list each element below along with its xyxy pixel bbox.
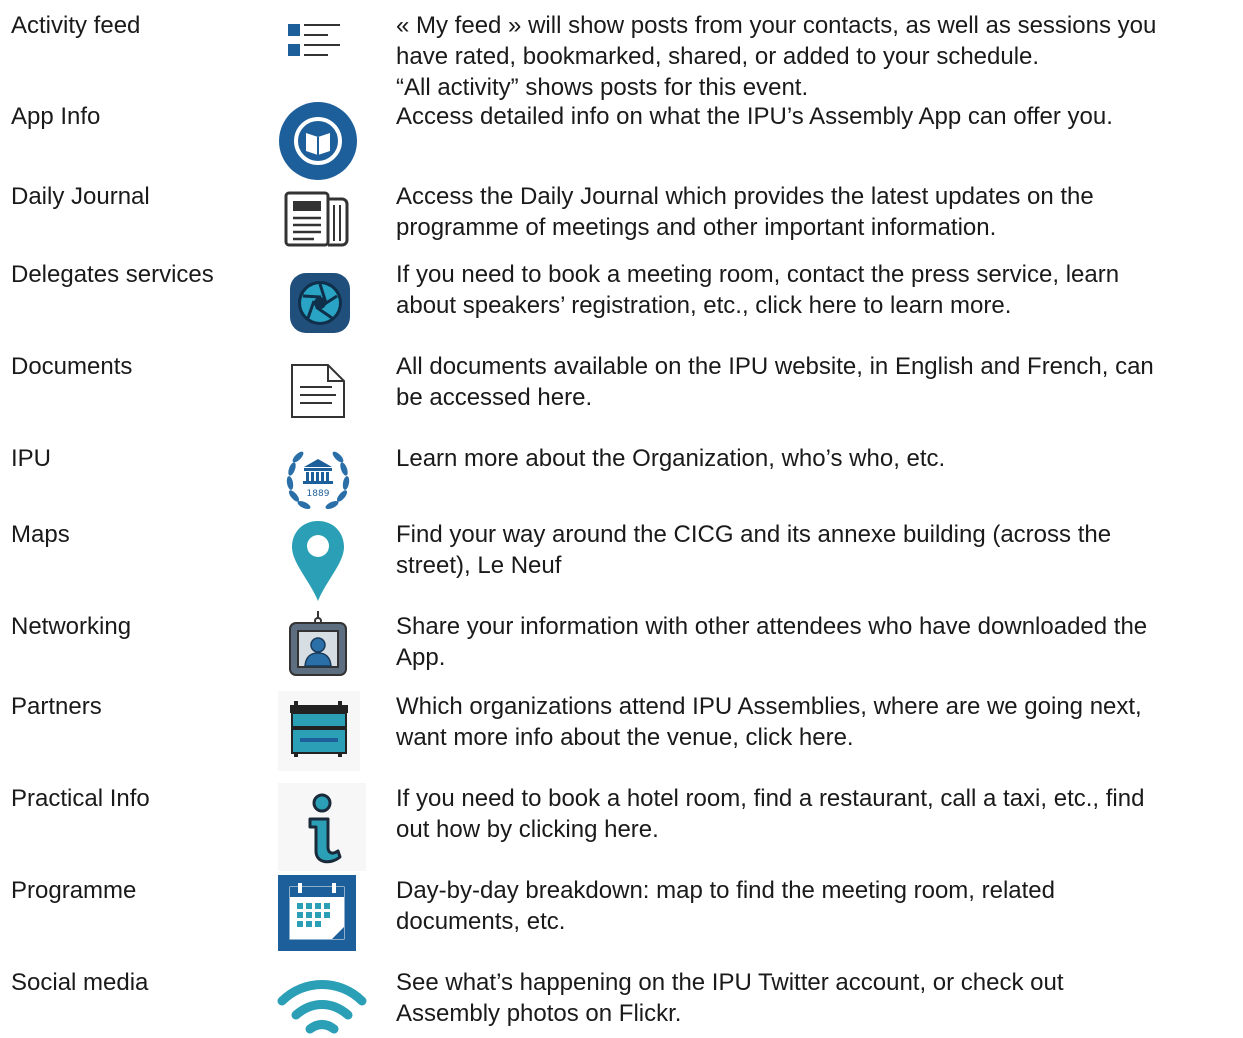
ipu-logo-year: 1889 [307, 489, 330, 499]
row-label: Daily Journal [11, 183, 150, 210]
description-line: Find your way around the CICG and its an… [396, 521, 1112, 548]
info-icon [278, 783, 366, 871]
description-line: “All activity” shows posts for this even… [396, 74, 809, 101]
badge-icon [286, 611, 350, 677]
description-line: about speakers’ registration, etc., clic… [396, 292, 1012, 319]
row-label: Maps [11, 521, 70, 548]
row-label: Delegates services [11, 261, 214, 288]
row-description: See what’s happening on the IPU Twitter … [396, 967, 1241, 1029]
description-line: out how by clicking here. [396, 816, 659, 843]
description-line: Assembly photos on Flickr. [396, 1000, 682, 1027]
description-line: have rated, bookmarked, shared, or added… [396, 43, 1040, 70]
row-label: IPU [11, 445, 52, 472]
wifi-icon [276, 977, 368, 1038]
row-label: Practical Info [11, 785, 150, 812]
description-line: documents, etc. [396, 908, 566, 935]
row-description: Which organizations attend IPU Assemblie… [396, 691, 1241, 753]
description-line: See what’s happening on the IPU Twitter … [396, 969, 1064, 996]
row-label: Programme [11, 877, 137, 904]
row-description: Learn more about the Organization, who’s… [396, 443, 1241, 474]
row-description: Day-by-day breakdown: map to find the me… [396, 875, 1241, 937]
description-line: All documents available on the IPU websi… [396, 353, 1154, 380]
description-line: be accessed here. [396, 384, 593, 411]
description-line: Day-by-day breakdown: map to find the me… [396, 877, 1056, 904]
row-label: Partners [11, 693, 102, 720]
description-line: App. [396, 644, 446, 671]
row-label: Documents [11, 353, 133, 380]
description-line: Access detailed info on what the IPU’s A… [396, 103, 1113, 130]
row-description: Share your information with other attend… [396, 611, 1241, 673]
description-line: Access the Daily Journal which provides … [396, 183, 1094, 210]
description-line: If you need to book a hotel room, find a… [396, 785, 1145, 812]
description-line: Learn more about the Organization, who’s… [396, 445, 946, 472]
book-circle-icon [278, 101, 358, 181]
signboard-icon [278, 691, 360, 771]
description-line: « My feed » will show posts from your co… [396, 12, 1157, 39]
ipu-logo-icon: 1889 [280, 443, 356, 515]
calendar-icon [278, 875, 356, 951]
list-icon [278, 20, 344, 68]
row-description: All documents available on the IPU websi… [396, 351, 1241, 413]
row-description: Access the Daily Journal which provides … [396, 181, 1241, 243]
description-line: want more info about the venue, click he… [396, 724, 854, 751]
row-label: Activity feed [11, 12, 141, 39]
description-line: If you need to book a meeting room, cont… [396, 261, 1120, 288]
row-description: « My feed » will show posts from your co… [396, 10, 1241, 103]
row-description: Access detailed info on what the IPU’s A… [396, 101, 1241, 132]
aperture-icon [288, 271, 352, 335]
document-icon [288, 363, 348, 419]
map-pin-icon [290, 519, 346, 603]
description-line: Share your information with other attend… [396, 613, 1148, 640]
row-description: If you need to book a hotel room, find a… [396, 783, 1241, 845]
row-label: App Info [11, 103, 101, 130]
description-line: Which organizations attend IPU Assemblie… [396, 693, 1142, 720]
description-line: programme of meetings and other importan… [396, 214, 997, 241]
row-label: Social media [11, 969, 149, 996]
row-label: Networking [11, 613, 132, 640]
newspaper-icon [284, 191, 350, 247]
description-line: street), Le Neuf [396, 552, 562, 579]
row-description: If you need to book a meeting room, cont… [396, 259, 1241, 321]
row-description: Find your way around the CICG and its an… [396, 519, 1241, 581]
